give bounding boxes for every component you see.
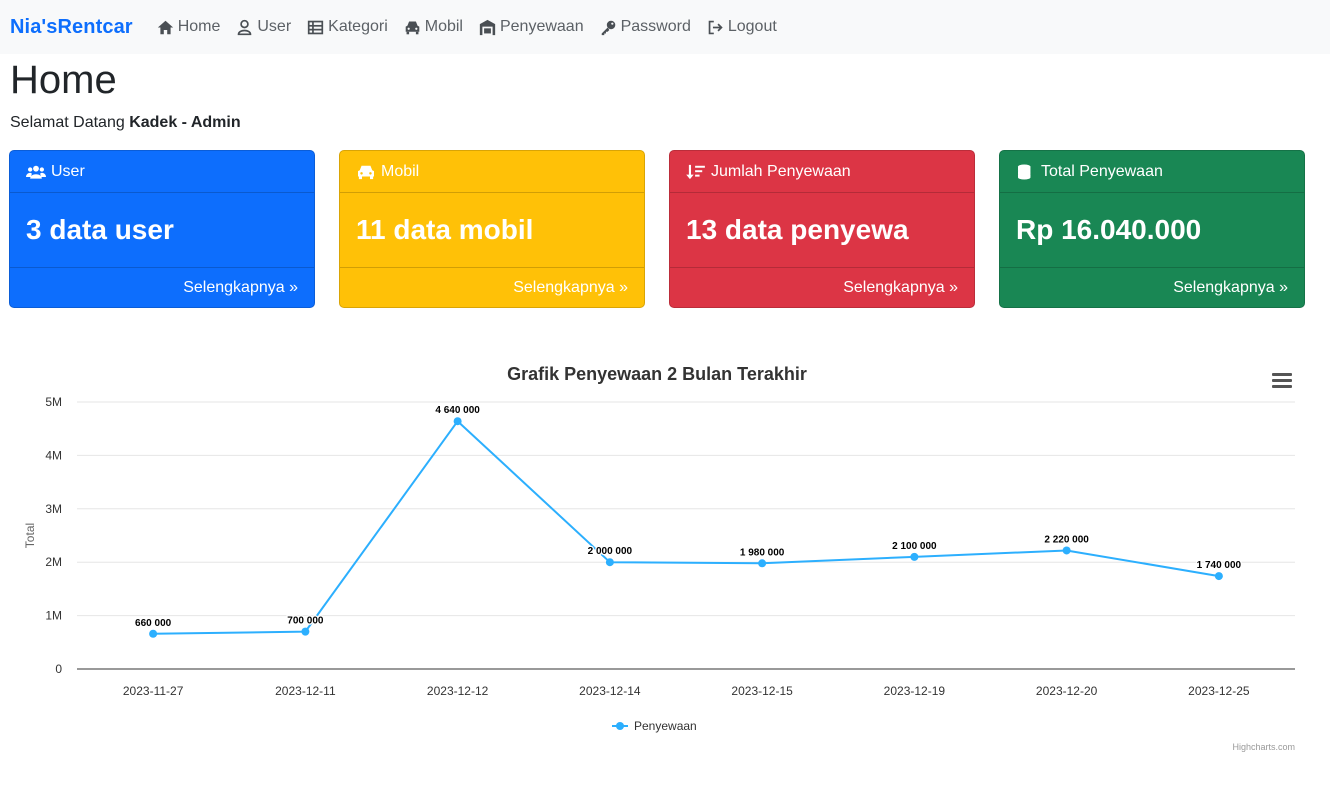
card-total-penyewaan: Total Penyewaan Rp 16.040.000 Selengkapn… (999, 150, 1305, 308)
data-label: 1 980 000 (740, 547, 785, 558)
brand-logo[interactable]: Nia'sRentcar (10, 16, 133, 39)
data-label: 4 640 000 (435, 405, 480, 416)
chart-container: 0 1M 2M 3M 4M 5M Total 2023-11-27 2023-12-11 2023… (0, 340, 1330, 770)
nav-item-home[interactable]: Home (157, 18, 221, 36)
data-point (758, 559, 767, 568)
card-header: Total Penyewaan (1000, 151, 1304, 193)
car-icon (358, 165, 374, 179)
card-value: 3 data user (10, 193, 314, 268)
car-icon (405, 21, 420, 34)
y-tick-label: 0 (55, 662, 62, 676)
x-tick-label: 2023-12-20 (1036, 684, 1098, 698)
legend-marker (616, 722, 624, 730)
card-mobil: Mobil 11 data mobil Selengkapnya » (339, 150, 645, 308)
card-header: Mobil (340, 151, 644, 193)
card-header-label: Mobil (381, 162, 420, 180)
nav-item-mobil[interactable]: Mobil (404, 18, 463, 36)
welcome-user: Kadek - Admin (129, 114, 241, 131)
x-tick-label: 2023-12-15 (731, 684, 793, 698)
card-user: User 3 data user Selengkapnya » (9, 150, 315, 308)
data-point (910, 552, 919, 561)
data-label: 660 000 (135, 618, 172, 629)
card-more-link[interactable]: Selengkapnya » (10, 268, 314, 307)
x-tick-label: 2023-12-14 (579, 684, 641, 698)
card-header: Jumlah Penyewaan (670, 151, 974, 193)
data-label: 2 220 000 (1044, 534, 1089, 545)
nav-item-label: User (257, 18, 292, 35)
x-tick-label: 2023-12-25 (1188, 684, 1250, 698)
sort-icon (686, 164, 705, 179)
line-chart: 0 1M 2M 3M 4M 5M Total 2023-11-27 2023-12-11 2023… (23, 395, 1295, 733)
card-header-label: User (51, 162, 85, 180)
logout-icon (708, 20, 723, 34)
card-more-link[interactable]: Selengkapnya » (670, 268, 974, 307)
y-tick-label: 2M (45, 555, 62, 569)
card-jumlah-penyewaan: Jumlah Penyewaan 13 data penyewa Selengk… (669, 150, 975, 308)
welcome-prefix: Selamat Datang (10, 114, 125, 131)
card-header-label: Total Penyewaan (1041, 162, 1163, 180)
legend-label: Penyewaan (634, 719, 697, 733)
menu-bar (1272, 373, 1292, 376)
home-icon (157, 20, 173, 34)
users-icon (26, 165, 46, 179)
data-label: 700 000 (287, 616, 324, 627)
card-value: 11 data mobil (340, 193, 644, 268)
nav-item-label: Mobil (424, 18, 463, 35)
data-label: 2 100 000 (892, 541, 937, 552)
y-tick-label: 1M (45, 609, 62, 623)
table-icon (308, 20, 324, 34)
data-point (453, 417, 462, 426)
page-title: Home (10, 58, 117, 102)
data-label: 1 740 000 (1197, 560, 1242, 571)
menu-bar (1272, 379, 1292, 382)
nav-item-password[interactable]: Password (600, 18, 691, 36)
card-value: Rp 16.040.000 (1000, 193, 1304, 268)
y-tick-label: 3M (45, 502, 62, 516)
user-icon (238, 19, 252, 35)
key-icon (601, 20, 615, 35)
garage-icon (479, 19, 496, 35)
card-header: User (10, 151, 314, 193)
card-header-label: Jumlah Penyewaan (711, 162, 851, 180)
chart-menu-button[interactable] (1272, 373, 1292, 389)
nav-item-logout[interactable]: Logout (707, 18, 777, 36)
nav-item-label: Logout (727, 18, 777, 35)
chart-title: Grafik Penyewaan 2 Bulan Terakhir (507, 364, 807, 384)
nav-item-label: Home (177, 18, 221, 35)
nav-item-label: Kategori (328, 18, 388, 35)
y-tick-label: 5M (45, 395, 62, 409)
nav-item-label: Password (620, 18, 691, 35)
x-tick-label: 2023-11-27 (123, 684, 184, 698)
x-tick-label: 2023-12-11 (275, 684, 336, 698)
x-tick-label: 2023-12-12 (427, 684, 489, 698)
coins-icon (1018, 163, 1031, 180)
welcome-text: Selamat Datang Kadek - Admin (10, 114, 241, 132)
nav-item-label: Penyewaan (499, 18, 584, 35)
y-axis-title: Total (23, 523, 37, 548)
y-tick-label: 4M (45, 448, 62, 462)
nav-item-kategori[interactable]: Kategori (307, 18, 388, 36)
nav-item-user[interactable]: User (236, 18, 291, 36)
menu-bar (1272, 385, 1292, 388)
data-label: 2 000 000 (588, 546, 633, 557)
nav-item-penyewaan[interactable]: Penyewaan (479, 18, 584, 36)
chart-credits[interactable]: Highcharts.com (1232, 742, 1295, 752)
data-point (149, 629, 158, 638)
navbar: Nia'sRentcar Home User Kategori Mobil Pe… (0, 0, 1330, 54)
card-value: 13 data penyewa (670, 193, 974, 268)
data-point (1062, 546, 1071, 555)
series-line (153, 420, 1220, 635)
data-point (605, 558, 614, 567)
data-point (301, 627, 310, 636)
data-point (1214, 572, 1223, 581)
card-more-link[interactable]: Selengkapnya » (340, 268, 644, 307)
card-more-link[interactable]: Selengkapnya » (1000, 268, 1304, 307)
x-tick-label: 2023-12-19 (884, 684, 946, 698)
